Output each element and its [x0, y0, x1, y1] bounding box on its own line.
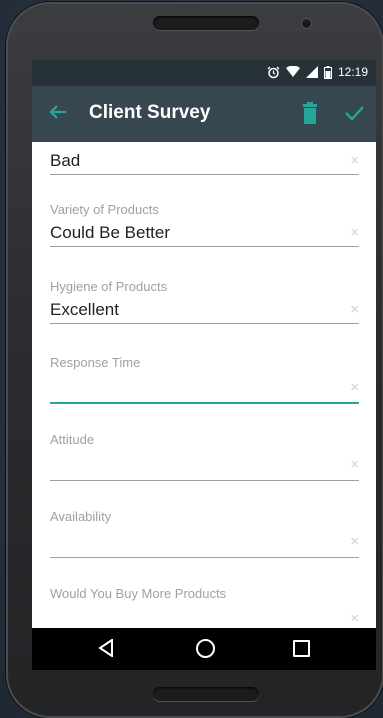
field-label: Availability — [50, 509, 112, 524]
field-underline — [50, 246, 359, 247]
nav-home-icon[interactable] — [196, 639, 215, 658]
field-variety-of-products[interactable]: Variety of Products Could Be Better × — [50, 202, 359, 247]
field-value[interactable] — [50, 527, 359, 557]
field-response-time[interactable]: Response Time × — [50, 355, 359, 404]
field-underline — [50, 480, 359, 481]
phone-frame: 12:19 Client Survey Bad × Variety of Pro… — [6, 2, 383, 718]
field-previous[interactable]: Bad × — [50, 148, 359, 175]
field-underline — [50, 557, 359, 558]
delete-icon[interactable] — [300, 102, 320, 124]
field-would-you-buy-more[interactable]: Would You Buy More Products × — [50, 586, 359, 628]
signal-icon — [305, 66, 318, 78]
app-bar: Client Survey — [32, 86, 376, 142]
field-value[interactable] — [50, 373, 359, 402]
field-underline — [50, 174, 359, 175]
nav-recents-icon[interactable] — [293, 640, 310, 657]
field-hygiene-of-products[interactable]: Hygiene of Products Excellent × — [50, 279, 359, 324]
clear-icon[interactable]: × — [350, 301, 359, 318]
clear-icon[interactable]: × — [350, 152, 359, 169]
navigation-bar — [32, 628, 376, 670]
status-bar: 12:19 — [32, 60, 376, 86]
field-value[interactable]: Bad — [50, 148, 359, 174]
field-value[interactable] — [50, 450, 359, 480]
field-label: Variety of Products — [50, 202, 159, 217]
field-availability[interactable]: Availability × — [50, 509, 359, 558]
screen: 12:19 Client Survey Bad × Variety of Pro… — [32, 60, 376, 670]
field-attitude[interactable]: Attitude × — [50, 432, 359, 481]
earpiece-speaker — [153, 16, 259, 30]
front-sensor — [302, 19, 311, 28]
save-check-icon[interactable] — [342, 101, 366, 125]
field-value[interactable]: Excellent — [50, 297, 359, 323]
field-value[interactable] — [50, 604, 359, 628]
clear-icon[interactable]: × — [350, 456, 359, 473]
field-label: Response Time — [50, 355, 141, 370]
wifi-icon — [285, 66, 300, 77]
field-label: Hygiene of Products — [50, 279, 168, 294]
status-time: 12:19 — [337, 65, 368, 79]
page-title: Client Survey — [89, 102, 211, 123]
bottom-speaker — [153, 687, 259, 701]
alarm-icon — [267, 66, 280, 78]
clear-icon[interactable]: × — [350, 533, 359, 550]
field-value[interactable]: Could Be Better — [50, 220, 359, 246]
clear-icon[interactable]: × — [350, 224, 359, 241]
field-underline — [50, 323, 359, 324]
back-arrow-icon[interactable] — [46, 100, 70, 124]
clear-icon[interactable]: × — [350, 379, 359, 396]
survey-form: Bad × Variety of Products Could Be Bette… — [32, 142, 376, 628]
field-label: Attitude — [50, 432, 95, 447]
clear-icon[interactable]: × — [350, 610, 359, 627]
field-label: Would You Buy More Products — [50, 586, 227, 601]
nav-back-icon[interactable] — [98, 639, 114, 657]
battery-icon — [323, 65, 332, 79]
field-underline-focused — [50, 402, 359, 404]
